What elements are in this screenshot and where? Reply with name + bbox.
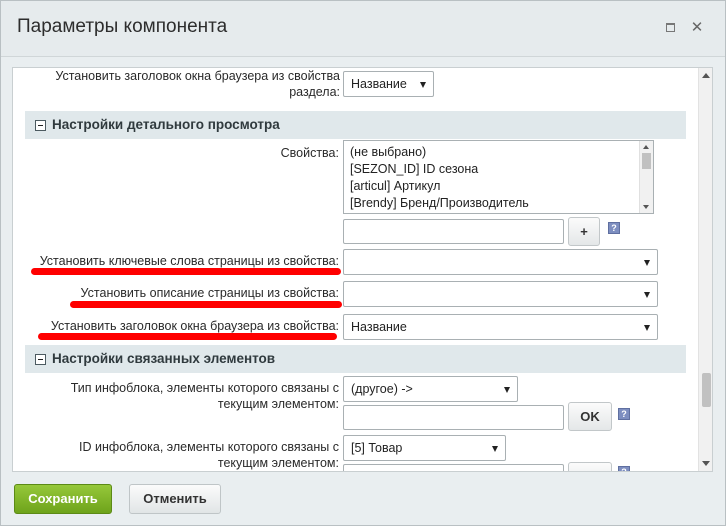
browser-title-section-label: Установить заголовок окна браузера из св… — [55, 69, 340, 99]
browser-title-value: Название — [351, 320, 407, 334]
properties-label: Свойства: — [280, 146, 339, 160]
properties-option[interactable]: [articul] Артикул — [350, 178, 529, 195]
help-icon[interactable]: ? — [608, 222, 620, 234]
section-title: Настройки связанных элементов — [52, 351, 276, 366]
properties-option[interactable]: [SEZON_ID] ID сезона — [350, 161, 529, 178]
ok-button[interactable]: OK — [568, 402, 612, 431]
collapse-icon[interactable] — [35, 120, 46, 131]
link-iblock-id-value: [5] Товар — [351, 441, 403, 455]
browser-title-section-select[interactable]: Название — [343, 71, 434, 97]
cancel-button[interactable]: Отменить — [129, 484, 221, 514]
chevron-down-icon — [644, 325, 650, 331]
save-button[interactable]: Сохранить — [14, 484, 112, 514]
properties-option[interactable]: (не выбрано) — [350, 144, 529, 161]
help-icon[interactable]: ? — [618, 466, 630, 471]
dialog-titlebar[interactable]: Параметры компонента ✕ — [1, 1, 725, 57]
properties-custom-input[interactable] — [343, 219, 564, 244]
scroll-up-icon[interactable] — [702, 73, 710, 78]
annotation-underline — [70, 301, 342, 308]
annotation-underline — [31, 268, 341, 275]
scroll-up-icon[interactable] — [643, 145, 649, 149]
keywords-select[interactable] — [343, 249, 658, 275]
properties-scrollbar[interactable] — [639, 141, 653, 213]
scroll-thumb[interactable] — [642, 153, 651, 169]
component-parameters-dialog: Параметры компонента ✕ Установить заголо… — [0, 0, 726, 526]
properties-listbox[interactable]: (не выбрано) [SEZON_ID] ID сезона [artic… — [343, 140, 654, 214]
dialog-content: Установить заголовок окна браузера из св… — [12, 67, 713, 472]
keywords-label: Установить ключевые слова страницы из св… — [39, 254, 339, 268]
section-detail-view[interactable]: Настройки детального просмотра — [25, 111, 686, 139]
section-title: Настройки детального просмотра — [52, 117, 280, 132]
description-label: Установить описание страницы из свойства… — [80, 286, 339, 300]
dialog-title: Параметры компонента — [17, 16, 228, 37]
browser-title-section-value: Название — [351, 77, 407, 91]
help-icon[interactable]: ? — [618, 408, 630, 420]
browser-title-label: Установить заголовок окна браузера из св… — [50, 319, 339, 333]
browser-title-select[interactable]: Название — [343, 314, 658, 340]
chevron-down-icon — [420, 82, 426, 88]
section-linked-elements[interactable]: Настройки связанных элементов — [25, 345, 686, 373]
chevron-down-icon — [644, 292, 650, 298]
link-iblock-id-input[interactable] — [343, 464, 564, 471]
content-scrollbar[interactable] — [698, 68, 712, 471]
scroll-thumb[interactable] — [702, 373, 711, 407]
properties-option[interactable]: [Brendy] Бренд/Производитель — [350, 195, 529, 212]
scroll-down-icon[interactable] — [702, 461, 710, 466]
link-iblock-type-select[interactable]: (другое) -> — [343, 376, 518, 402]
add-property-button[interactable]: + — [568, 217, 600, 246]
scroll-down-icon[interactable] — [643, 205, 649, 209]
collapse-icon[interactable] — [35, 354, 46, 365]
chevron-down-icon — [644, 260, 650, 266]
ok-button[interactable]: OK — [568, 462, 612, 471]
chevron-down-icon — [504, 387, 510, 393]
link-iblock-type-label: Тип инфоблока, элементы которого связаны… — [70, 381, 339, 411]
annotation-underline — [38, 333, 337, 340]
maximize-icon[interactable] — [662, 20, 678, 36]
description-select[interactable] — [343, 281, 658, 307]
chevron-down-icon — [492, 446, 498, 452]
close-icon[interactable]: ✕ — [689, 20, 705, 36]
link-iblock-type-input[interactable] — [343, 405, 564, 430]
link-iblock-type-value: (другое) -> — [351, 382, 413, 396]
link-iblock-id-label: ID инфоблока, элементы которого связаны … — [79, 440, 339, 470]
link-iblock-id-select[interactable]: [5] Товар — [343, 435, 506, 461]
